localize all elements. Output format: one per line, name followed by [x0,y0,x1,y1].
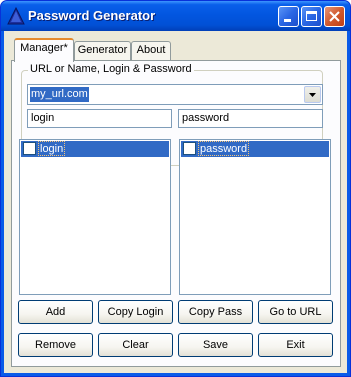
tab-about[interactable]: About [131,41,171,60]
tab-label: About [136,44,166,56]
login-field[interactable]: login [27,109,172,128]
add-button-label: Add [45,306,66,318]
minimize-icon [284,19,291,22]
tab-generator[interactable]: Generator [74,41,131,60]
app-triangle-icon [7,7,25,25]
url-combobox-value: my_url.com [30,87,89,102]
copy-login-button[interactable]: Copy Login [98,300,173,324]
clear-button-label: Clear [122,339,149,351]
window-title: Password Generator [28,8,156,23]
maximize-button[interactable] [301,6,322,27]
exit-button-label: Exit [286,339,305,351]
item-checkbox[interactable] [23,142,36,155]
list-item-label: login [38,141,66,156]
go-to-url-button[interactable]: Go to URL [258,300,333,324]
remove-button-label: Remove [35,339,76,351]
list-item[interactable]: login [21,141,169,157]
maximize-icon [306,11,317,21]
close-button[interactable] [324,6,345,27]
item-checkbox[interactable] [183,142,196,155]
title-bar[interactable]: Password Generator [1,1,350,31]
url-combobox[interactable]: my_url.com [27,84,323,105]
tab-manager[interactable]: Manager* [14,38,74,62]
login-field-value: login [31,112,55,124]
group-label: URL or Name, Login & Password [28,63,194,75]
password-field-value: password [182,112,230,124]
chevron-down-icon [309,93,316,97]
save-button-label: Save [202,339,229,351]
remove-button[interactable]: Remove [18,333,93,357]
add-button[interactable]: Add [18,300,93,324]
go-to-url-button-label: Go to URL [269,306,322,318]
exit-button[interactable]: Exit [258,333,333,357]
combo-dropdown-button[interactable] [304,86,321,103]
tab-label: Manager* [20,42,68,54]
tab-label: Generator [77,44,128,56]
minimize-button[interactable] [278,6,299,27]
close-icon [329,11,340,22]
password-list[interactable]: password [179,139,331,295]
copy-pass-button[interactable]: Copy Pass [178,300,253,324]
copy-pass-button-label: Copy Pass [188,306,243,318]
list-item-label: password [198,141,250,156]
password-field[interactable]: password [178,109,323,128]
save-button[interactable]: Save [178,333,253,357]
login-list[interactable]: login [19,139,171,295]
clear-button[interactable]: Clear [98,333,173,357]
copy-login-button-label: Copy Login [107,306,164,318]
list-item[interactable]: password [181,141,329,157]
